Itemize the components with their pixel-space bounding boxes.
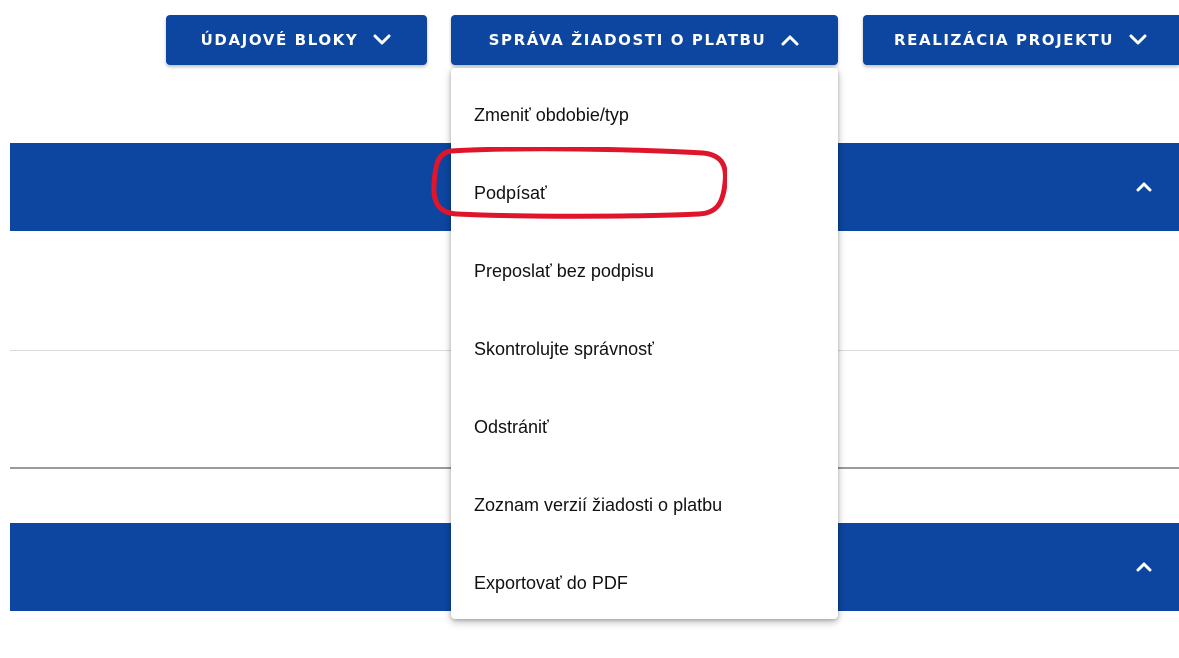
menu-item-preposlat-bez-podpisu[interactable]: Preposlať bez podpisu: [451, 232, 838, 310]
chevron-up-icon[interactable]: [1135, 560, 1153, 574]
sprava-ziadosti-button[interactable]: SPRÁVA ŽIADOSTI O PLATBU: [451, 15, 838, 65]
menu-item-exportovat-pdf[interactable]: Exportovať do PDF: [451, 544, 838, 622]
realizacia-projektu-label: REALIZÁCIA PROJEKTU: [893, 31, 1114, 49]
chevron-up-icon: [780, 33, 800, 47]
udajove-bloky-button[interactable]: ÚDAJOVÉ BLOKY: [166, 15, 427, 65]
realizacia-projektu-button[interactable]: REALIZÁCIA PROJEKTU: [863, 15, 1179, 65]
sprava-ziadosti-label: SPRÁVA ŽIADOSTI O PLATBU: [488, 31, 767, 49]
chevron-down-icon: [372, 33, 392, 47]
menu-item-zoznam-verzii[interactable]: Zoznam verzií žiadosti o platbu: [451, 466, 838, 544]
menu-item-odstranit[interactable]: Odstrániť: [451, 388, 838, 466]
chevron-down-icon: [1128, 33, 1148, 47]
udajove-bloky-label: ÚDAJOVÉ BLOKY: [200, 31, 359, 49]
sprava-ziadosti-dropdown-menu: Zmeniť obdobie/typ Podpísať Preposlať be…: [451, 68, 838, 619]
chevron-up-icon[interactable]: [1135, 180, 1153, 194]
menu-item-skontrolujte-spravnost[interactable]: Skontrolujte správnosť: [451, 310, 838, 388]
menu-item-zmenit-obdobie[interactable]: Zmeniť obdobie/typ: [451, 76, 838, 154]
menu-item-podpisat[interactable]: Podpísať: [451, 154, 838, 232]
page: ÚDAJOVÉ BLOKY SPRÁVA ŽIADOSTI O PLATBU R…: [0, 0, 1179, 658]
